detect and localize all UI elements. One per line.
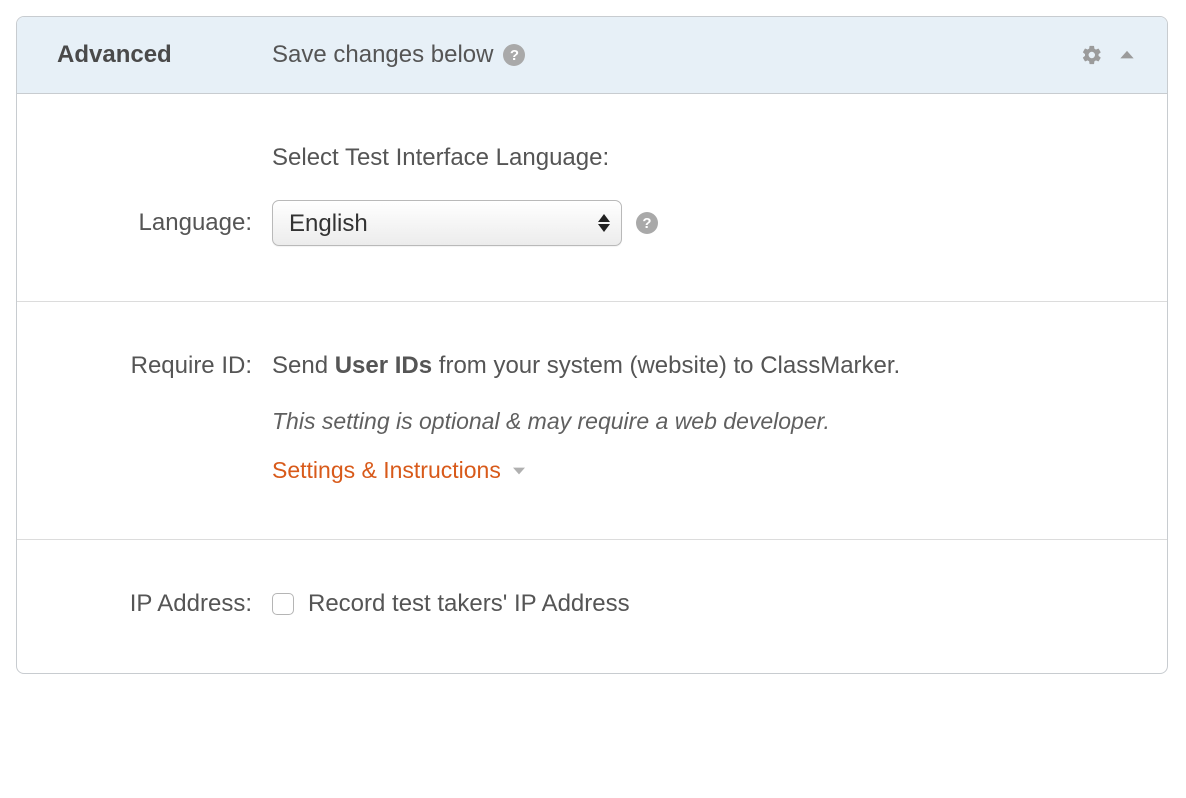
empty-label bbox=[57, 470, 272, 471]
require-id-section: Require ID: Send User IDs from your syst… bbox=[17, 302, 1167, 540]
chevron-down-icon bbox=[511, 463, 527, 479]
advanced-panel: Advanced Save changes below ? Select Tes… bbox=[16, 16, 1168, 674]
record-ip-checkbox[interactable] bbox=[272, 593, 294, 615]
collapse-up-icon[interactable] bbox=[1117, 45, 1137, 65]
require-id-text-before: Send bbox=[272, 352, 335, 379]
panel-header: Advanced Save changes below ? bbox=[17, 17, 1167, 94]
header-actions bbox=[1081, 44, 1137, 66]
panel-subtitle-wrap: Save changes below ? bbox=[272, 41, 525, 69]
require-id-label: Require ID: bbox=[57, 352, 272, 380]
settings-instructions-link[interactable]: Settings & Instructions bbox=[272, 457, 527, 484]
language-select-wrap: English bbox=[272, 200, 622, 246]
language-heading: Select Test Interface Language: bbox=[272, 144, 609, 172]
panel-subtitle: Save changes below bbox=[272, 41, 493, 69]
require-id-note: This setting is optional & may require a… bbox=[272, 408, 830, 435]
panel-title: Advanced bbox=[57, 41, 272, 69]
require-id-text-bold: User IDs bbox=[335, 352, 432, 379]
help-icon[interactable]: ? bbox=[503, 44, 525, 66]
language-section: Select Test Interface Language: Language… bbox=[17, 94, 1167, 302]
require-id-text: Send User IDs from your system (website)… bbox=[272, 352, 900, 380]
language-label: Language: bbox=[57, 209, 272, 237]
require-id-text-after: from your system (website) to ClassMarke… bbox=[432, 352, 900, 379]
language-select[interactable]: English bbox=[272, 200, 622, 246]
record-ip-label: Record test takers' IP Address bbox=[308, 590, 630, 618]
ip-address-section: IP Address: Record test takers' IP Addre… bbox=[17, 540, 1167, 673]
empty-label bbox=[57, 421, 272, 422]
ip-address-label: IP Address: bbox=[57, 590, 272, 618]
help-icon[interactable]: ? bbox=[636, 212, 658, 234]
settings-instructions-label: Settings & Instructions bbox=[272, 457, 501, 484]
gear-icon[interactable] bbox=[1081, 44, 1103, 66]
empty-label bbox=[57, 158, 272, 159]
